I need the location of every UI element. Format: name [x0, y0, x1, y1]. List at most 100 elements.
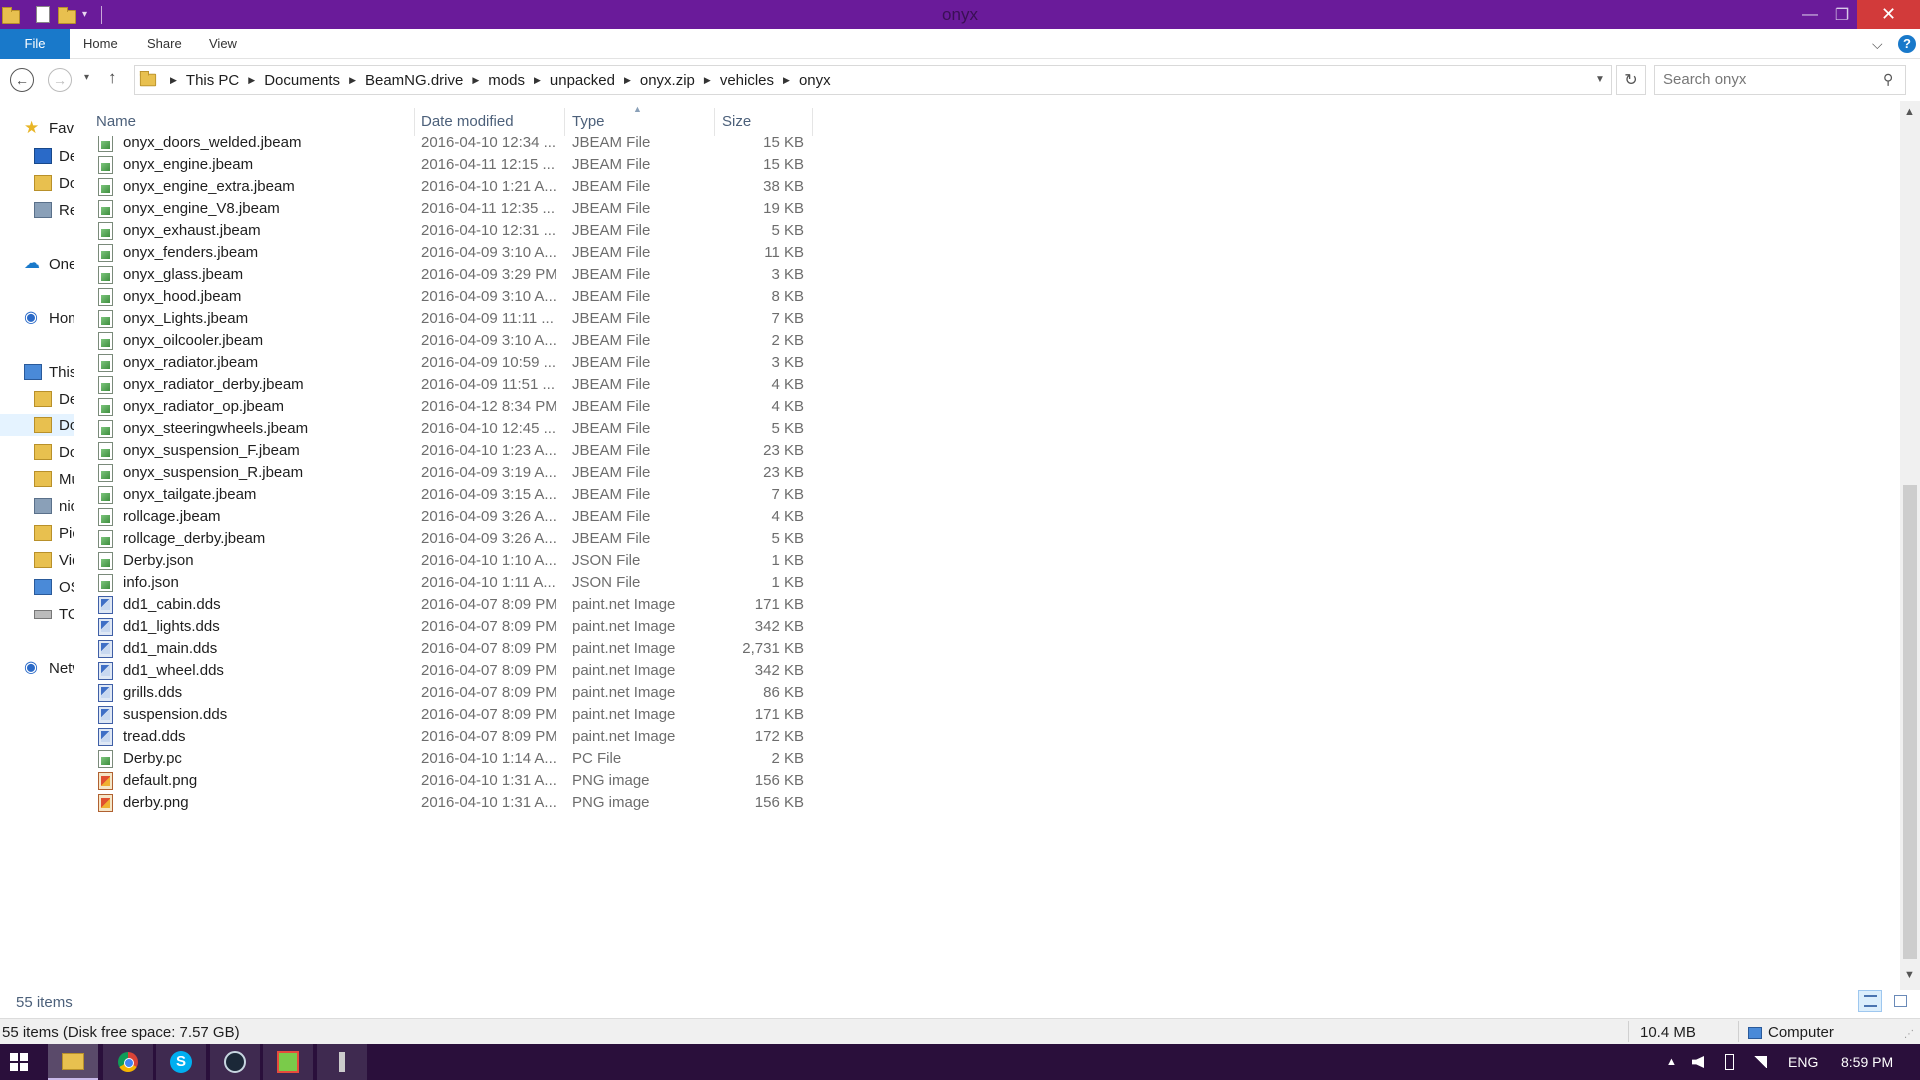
volume-tray[interactable]	[1692, 1044, 1704, 1080]
chevron-right-icon[interactable]: ▶	[534, 75, 541, 86]
crumb-this-pc[interactable]: This PC	[186, 72, 239, 89]
scrollbar-thumb[interactable]	[1903, 485, 1917, 959]
taskbar-clock[interactable]: 8:59 PM	[1841, 1044, 1893, 1080]
crumb-onyx[interactable]: onyx	[799, 72, 831, 89]
text-file-icon	[98, 574, 113, 592]
address-bar[interactable]: ▶ This PC ▶ Documents ▶ BeamNG.drive ▶ m…	[134, 65, 1612, 95]
chevron-right-icon[interactable]: ▶	[783, 75, 790, 86]
crumb-mods[interactable]: mods	[488, 72, 525, 89]
column-divider[interactable]	[812, 108, 813, 136]
close-button[interactable]: ✕	[1857, 0, 1920, 29]
file-name: onyx_suspension_R.jbeam	[123, 464, 304, 481]
file-row[interactable]: derby.png 2016-04-10 1:31 A... PNG image 15…	[96, 790, 816, 817]
file-date-modified: 2016-04-10 12:31 ...	[421, 222, 556, 239]
crumb-vehicles[interactable]: vehicles	[720, 72, 774, 89]
column-name[interactable]: Name	[96, 108, 136, 136]
start-button[interactable]	[10, 1053, 28, 1071]
file-type: JBEAM File	[572, 288, 651, 305]
up-arrow-icon[interactable]: ↑	[108, 68, 117, 88]
back-button[interactable]: ←	[10, 68, 34, 92]
file-type: paint.net Image	[572, 728, 676, 745]
taskbar-steam[interactable]	[210, 1044, 260, 1080]
file-name: onyx_hood.jbeam	[123, 288, 242, 305]
column-type[interactable]: Type	[572, 108, 605, 136]
column-divider[interactable]	[414, 108, 415, 136]
file-date-modified: 2016-04-07 8:09 PM	[421, 706, 556, 723]
details-view-button[interactable]	[1858, 990, 1882, 1012]
file-explorer-icon	[62, 1052, 84, 1070]
column-divider[interactable]	[564, 108, 565, 136]
file-name: onyx_engine_V8.jbeam	[123, 200, 280, 217]
taskbar-explorer[interactable]	[48, 1044, 98, 1080]
file-name: onyx_doors_welded.jbeam	[123, 136, 302, 151]
resize-grip-icon[interactable]: ⋰	[1904, 1029, 1914, 1040]
column-divider[interactable]	[714, 108, 715, 136]
taskbar-beamng[interactable]	[263, 1044, 313, 1080]
file-type: JSON File	[572, 574, 641, 591]
search-box[interactable]: ⚲	[1654, 65, 1906, 95]
file-type: JBEAM File	[572, 464, 651, 481]
battery-tray[interactable]	[1725, 1044, 1734, 1080]
file-date-modified: 2016-04-10 1:23 A...	[421, 442, 556, 459]
search-icon[interactable]: ⚲	[1883, 71, 1893, 88]
file-date-modified: 2016-04-10 1:31 A...	[421, 772, 556, 789]
chevron-right-icon[interactable]: ▶	[349, 75, 356, 86]
large-icons-view-button[interactable]	[1888, 990, 1912, 1012]
chrome-icon	[118, 1052, 138, 1072]
file-type: JBEAM File	[572, 156, 651, 173]
file-date-modified: 2016-04-10 1:21 A...	[421, 178, 556, 195]
crumb-documents[interactable]: Documents	[264, 72, 340, 89]
crumb-beamng[interactable]: BeamNG.drive	[365, 72, 463, 89]
image-file-icon	[98, 618, 113, 636]
file-date-modified: 2016-04-10 1:10 A...	[421, 552, 556, 569]
text-file-icon	[98, 266, 113, 284]
recent-locations-icon[interactable]: ▾	[84, 72, 89, 83]
search-input[interactable]	[1663, 71, 1863, 88]
tab-home[interactable]: Home	[83, 29, 118, 59]
file-type: PNG image	[572, 794, 650, 811]
taskbar-chrome[interactable]	[103, 1044, 153, 1080]
file-size: 156 KB	[754, 772, 804, 789]
input-language[interactable]: ENG	[1788, 1044, 1818, 1080]
column-date-modified[interactable]: Date modified	[421, 108, 514, 136]
taskbar-audio[interactable]	[317, 1044, 367, 1080]
file-name: onyx_engine_extra.jbeam	[123, 178, 295, 195]
network-tray[interactable]	[1753, 1044, 1767, 1080]
tab-share[interactable]: Share	[147, 29, 182, 59]
chevron-right-icon[interactable]: ▶	[248, 75, 255, 86]
maximize-button[interactable]: ❐	[1822, 0, 1862, 29]
chevron-right-icon[interactable]: ▶	[170, 75, 177, 86]
chevron-right-icon[interactable]: ▶	[624, 75, 631, 86]
chevron-right-icon[interactable]: ▶	[472, 75, 479, 86]
image-file-icon	[98, 706, 113, 724]
file-type: JBEAM File	[572, 442, 651, 459]
taskbar-skype[interactable]: S	[156, 1044, 206, 1080]
file-name: onyx_steeringwheels.jbeam	[123, 420, 309, 437]
file-name: Derby.pc	[123, 750, 182, 767]
ribbon-tabs: File Home Share View ⌵ ?	[0, 29, 1920, 59]
tab-file[interactable]: File	[0, 29, 70, 59]
crumb-onyx-zip[interactable]: onyx.zip	[640, 72, 695, 89]
file-size: 171 KB	[754, 706, 804, 723]
column-size[interactable]: Size	[722, 108, 751, 136]
forward-button[interactable]: →	[48, 68, 72, 92]
help-icon[interactable]: ?	[1898, 35, 1916, 53]
tab-view[interactable]: View	[209, 29, 237, 59]
scroll-up-icon[interactable]: ▲	[1904, 106, 1915, 118]
text-file-icon	[98, 332, 113, 350]
address-dropdown-icon[interactable]: ▼	[1595, 74, 1605, 85]
file-size: 342 KB	[754, 618, 804, 635]
refresh-button[interactable]: ↻	[1616, 65, 1646, 95]
text-file-icon	[98, 552, 113, 570]
volume-icon	[1692, 1056, 1704, 1068]
beamng-icon	[277, 1051, 299, 1073]
vertical-scrollbar[interactable]: ▲ ▼	[1900, 101, 1920, 990]
scroll-down-icon[interactable]: ▼	[1904, 969, 1915, 981]
crumb-unpacked[interactable]: unpacked	[550, 72, 615, 89]
file-date-modified: 2016-04-11 12:35 ...	[421, 200, 555, 217]
chevron-right-icon[interactable]: ▶	[704, 75, 711, 86]
file-name: dd1_wheel.dds	[123, 662, 224, 679]
expand-ribbon-icon[interactable]: ⌵	[1872, 36, 1883, 53]
file-name: grills.dds	[123, 684, 183, 701]
show-hidden-icons[interactable]: ▲	[1666, 1044, 1677, 1080]
